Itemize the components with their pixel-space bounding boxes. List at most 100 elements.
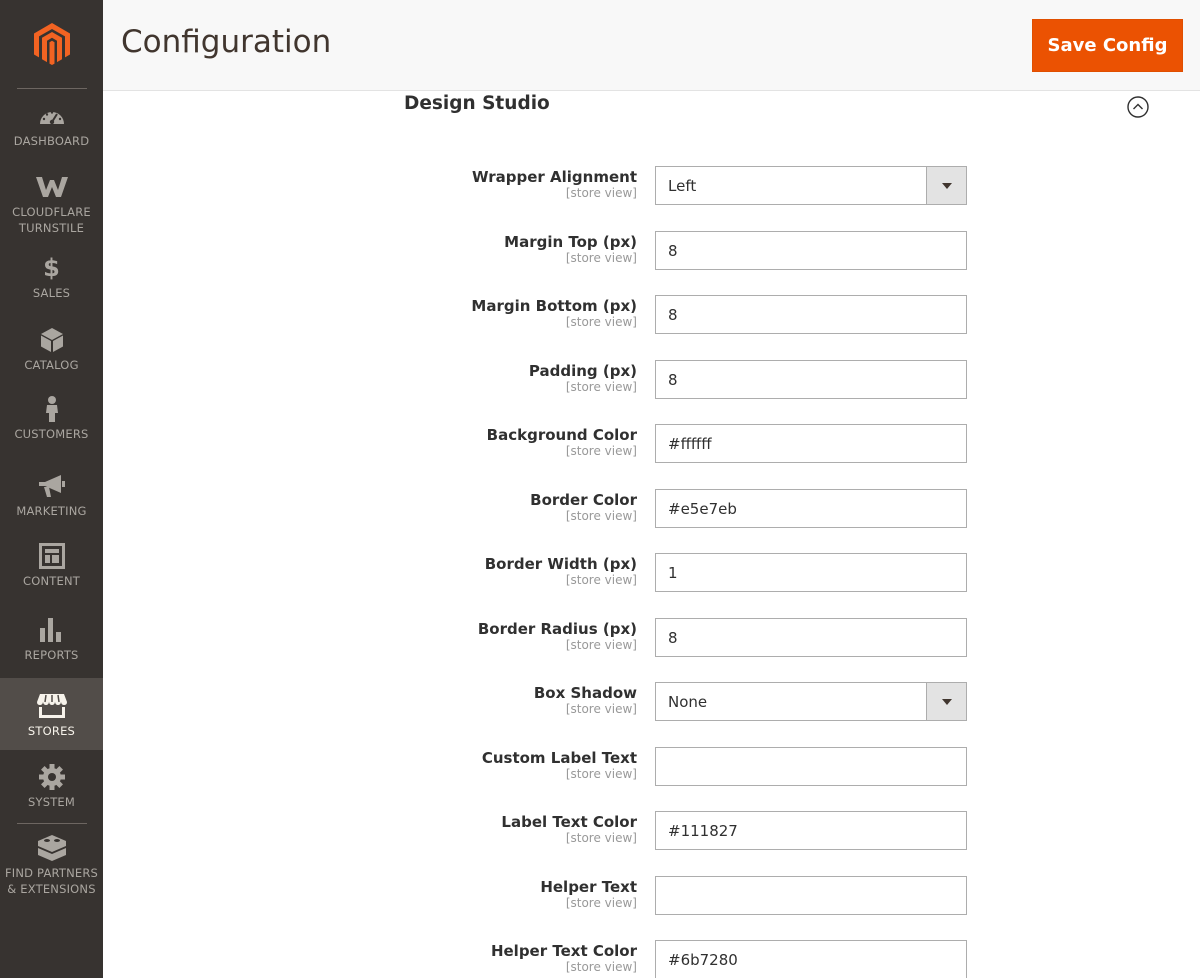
field-scope: [store view] — [565, 767, 637, 781]
field-label: Label Text Color [store view] — [297, 813, 637, 846]
sidebar-item-content[interactable]: CONTENT — [0, 543, 103, 592]
page-header: Configuration Save Config — [103, 0, 1200, 91]
field-scope: [store view] — [565, 444, 637, 458]
sidebar-item-label: SALES — [32, 286, 71, 300]
person-icon — [45, 396, 59, 422]
field-scope: [store view] — [565, 702, 637, 716]
margin-bottom-input[interactable]: 8 — [655, 295, 967, 334]
dropdown-arrow-icon[interactable] — [926, 683, 966, 720]
padding-input[interactable]: 8 — [655, 360, 967, 399]
field-box-shadow: Box Shadow [store view] None — [103, 682, 1200, 722]
field-label: Background Color [store view] — [297, 426, 637, 459]
sidebar-item-label: REPORTS — [24, 648, 79, 662]
field-margin-bottom: Margin Bottom (px) [store view] 8 — [103, 295, 1200, 335]
helper-text-color-input[interactable]: #6b7280 — [655, 940, 967, 978]
field-label-name: Wrapper Alignment — [471, 168, 637, 186]
select-value: Left — [668, 176, 697, 195]
field-background-color: Background Color [store view] #ffffff — [103, 424, 1200, 464]
box-icon — [40, 328, 63, 352]
field-border-width: Border Width (px) [store view] 1 — [103, 553, 1200, 593]
store-icon — [36, 694, 67, 718]
blocks-icon — [37, 835, 66, 861]
sidebar-divider — [17, 823, 87, 824]
sidebar-item-catalog[interactable]: CATALOG — [0, 328, 103, 376]
custom-label-text-input[interactable] — [655, 747, 967, 786]
field-label-name: Padding (px) — [528, 362, 637, 380]
wrapper-alignment-select[interactable]: Left — [655, 166, 967, 205]
field-label-name: Border Color — [530, 491, 637, 509]
collapse-chevron-up-icon[interactable] — [1127, 96, 1149, 118]
field-label: Helper Text [store view] — [297, 878, 637, 911]
sidebar-item-label: FIND PARTNERS & EXTENSIONS — [4, 866, 99, 896]
field-label: Margin Bottom (px) [store view] — [297, 297, 637, 330]
field-border-color: Border Color [store view] #e5e7eb — [103, 489, 1200, 529]
sidebar-item-label: STORES — [27, 724, 76, 738]
sidebar-item-label: DASHBOARD — [13, 134, 90, 148]
border-color-input[interactable]: #e5e7eb — [655, 489, 967, 528]
sidebar-item-label: CUSTOMERS — [14, 427, 89, 441]
border-radius-input[interactable]: 8 — [655, 618, 967, 657]
background-color-input[interactable]: #ffffff — [655, 424, 967, 463]
field-scope: [store view] — [565, 251, 637, 265]
field-padding: Padding (px) [store view] 8 — [103, 360, 1200, 400]
field-scope: [store view] — [565, 960, 637, 974]
field-scope: [store view] — [565, 638, 637, 652]
field-label-name: Box Shadow — [533, 684, 637, 702]
field-label-name: Border Radius (px) — [477, 620, 637, 638]
field-label: Border Radius (px) [store view] — [297, 620, 637, 653]
field-custom-label-text: Custom Label Text [store view] — [103, 747, 1200, 787]
dollar-icon: $ — [43, 254, 60, 282]
field-scope: [store view] — [565, 315, 637, 329]
dashboard-icon — [38, 104, 66, 128]
field-label: Box Shadow [store view] — [297, 684, 637, 717]
field-margin-top: Margin Top (px) [store view] 8 — [103, 231, 1200, 271]
field-label-name: Helper Text — [540, 878, 637, 896]
sidebar-item-stores[interactable]: STORES — [0, 678, 103, 750]
field-label-name: Margin Bottom (px) — [471, 297, 637, 315]
label-text-color-input[interactable]: #111827 — [655, 811, 967, 850]
field-helper-text: Helper Text [store view] — [103, 876, 1200, 916]
field-scope: [store view] — [565, 896, 637, 910]
field-label-name: Border Width (px) — [484, 555, 637, 573]
field-label-text-color: Label Text Color [store view] #111827 — [103, 811, 1200, 851]
megaphone-icon — [38, 474, 65, 498]
field-scope: [store view] — [565, 380, 637, 394]
field-label-name: Label Text Color — [501, 813, 637, 831]
field-scope: [store view] — [565, 186, 637, 200]
box-shadow-select[interactable]: None — [655, 682, 967, 721]
margin-top-input[interactable]: 8 — [655, 231, 967, 270]
field-label-name: Helper Text Color — [490, 942, 637, 960]
sidebar-item-system[interactable]: SYSTEM — [0, 764, 103, 811]
page-title: Configuration — [121, 24, 332, 60]
bar-chart-icon — [39, 618, 64, 642]
field-helper-text-color: Helper Text Color [store view] #6b7280 — [103, 940, 1200, 978]
helper-text-input[interactable] — [655, 876, 967, 915]
field-scope: [store view] — [565, 509, 637, 523]
admin-sidebar: DASHBOARD CLOUDFLARE TURNSTILE $ SALES C… — [0, 0, 103, 978]
field-label-name: Background Color — [486, 426, 637, 444]
cloudflare-w-icon — [35, 175, 68, 199]
sidebar-item-customers[interactable]: CUSTOMERS — [0, 396, 103, 447]
field-label-name: Margin Top (px) — [504, 233, 637, 251]
field-label: Wrapper Alignment [store view] — [297, 168, 637, 201]
sidebar-item-marketing[interactable]: MARKETING — [0, 474, 103, 520]
section-title[interactable]: Design Studio — [404, 93, 550, 114]
magento-logo-icon — [33, 23, 70, 65]
magento-logo[interactable] — [0, 0, 103, 88]
logo-divider — [17, 88, 87, 89]
sidebar-item-label: CLOUDFLARE TURNSTILE — [12, 205, 91, 235]
border-width-input[interactable]: 1 — [655, 553, 967, 592]
sidebar-item-label: SYSTEM — [27, 795, 76, 809]
sidebar-item-find-partners[interactable]: FIND PARTNERS & EXTENSIONS — [0, 835, 103, 898]
save-config-button[interactable]: Save Config — [1032, 19, 1183, 72]
field-label: Helper Text Color [store view] — [297, 942, 637, 975]
sidebar-item-cloudflare-turnstile[interactable]: CLOUDFLARE TURNSTILE — [0, 175, 103, 237]
layout-icon — [38, 543, 65, 569]
field-label: Margin Top (px) [store view] — [297, 233, 637, 266]
sidebar-item-sales[interactable]: $ SALES — [0, 256, 103, 304]
dropdown-arrow-icon[interactable] — [926, 167, 966, 204]
sidebar-item-dashboard[interactable]: DASHBOARD — [0, 104, 103, 162]
field-label-name: Custom Label Text — [481, 749, 637, 767]
sidebar-item-reports[interactable]: REPORTS — [0, 618, 103, 664]
field-label: Border Color [store view] — [297, 491, 637, 524]
